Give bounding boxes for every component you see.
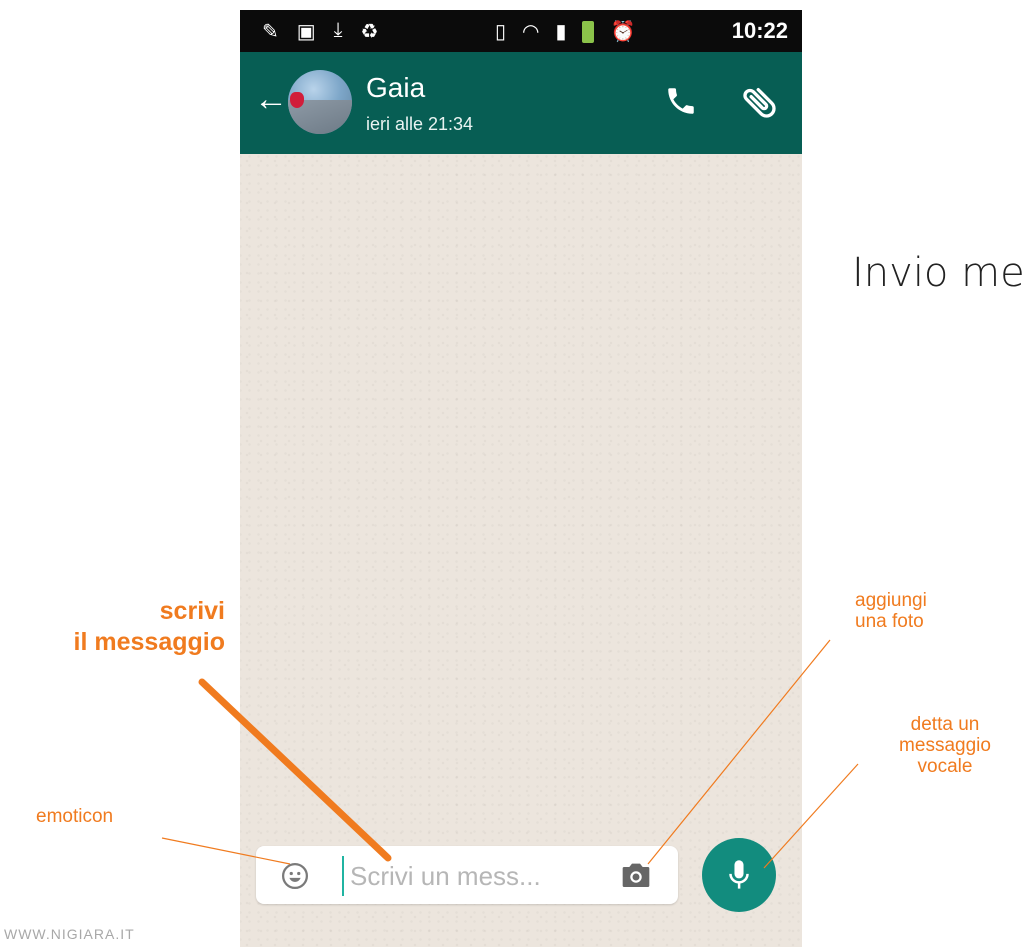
- arrow-add-photo: [647, 639, 831, 865]
- arrow-voice: [763, 763, 859, 869]
- annotation-arrows: [161, 639, 859, 869]
- arrow-emoticon: [161, 837, 291, 865]
- arrow-write-message: [198, 678, 392, 862]
- watermark: WWW.NIGIARA.IT: [4, 926, 135, 942]
